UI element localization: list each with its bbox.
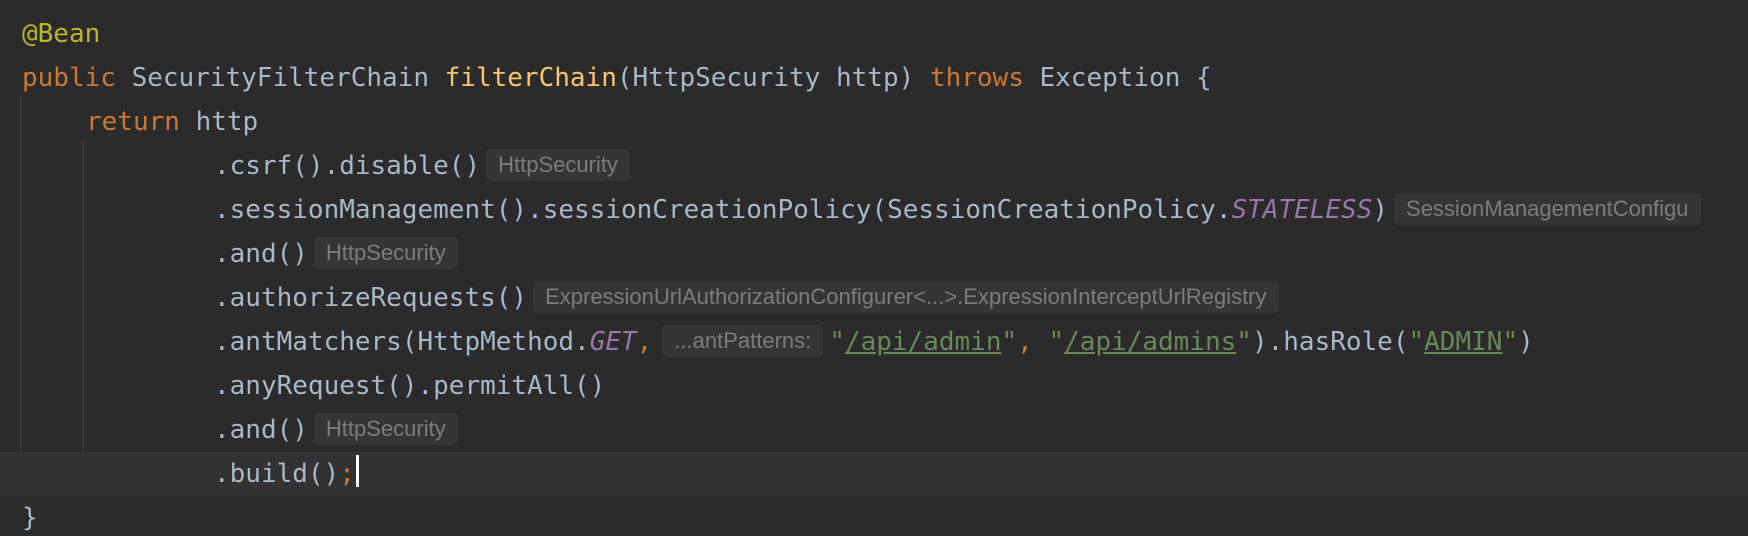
code-line[interactable]: .csrf().disable() HttpSecurity — [0, 144, 1748, 188]
get-constant: GET — [589, 327, 637, 357]
annotation: @Bean — [22, 19, 101, 49]
keyword-public: public — [22, 63, 116, 93]
type-hint: HttpSecurity — [313, 237, 458, 269]
and-call: .and() — [214, 415, 308, 445]
closing-brace: } — [22, 503, 38, 533]
code-line[interactable]: .sessionManagement().sessionCreationPoli… — [0, 188, 1748, 232]
exception-type: Exception { — [1039, 63, 1212, 93]
current-line[interactable]: .build(); — [0, 452, 1748, 496]
comma: , — [636, 327, 653, 357]
session-close: ) — [1372, 195, 1389, 225]
code-line[interactable]: public SecurityFilterChain filterChain(H… — [0, 56, 1748, 100]
authorize-call: .authorizeRequests() — [214, 283, 528, 313]
code-line[interactable]: return http — [0, 100, 1748, 144]
text-caret — [355, 455, 359, 487]
and-call: .and() — [214, 239, 308, 269]
keyword-return: return — [86, 107, 180, 137]
code-line[interactable]: @Bean — [0, 12, 1748, 56]
string-link[interactable]: /api/admin — [845, 327, 1002, 357]
parameter-hint: ...antPatterns: — [662, 325, 824, 357]
method-name: filterChain — [444, 63, 617, 93]
return-target: http — [195, 107, 259, 137]
keyword-throws: throws — [929, 63, 1024, 93]
build-call: .build() — [214, 459, 340, 489]
string-link[interactable]: /api/admins — [1064, 327, 1236, 357]
semicolon: ; — [339, 459, 355, 489]
any-request-call: .anyRequest().permitAll() — [214, 371, 606, 401]
type-hint: HttpSecurity — [486, 149, 630, 181]
code-line[interactable]: .and() HttpSecurity — [0, 408, 1748, 452]
code-line[interactable]: .and() HttpSecurity — [0, 232, 1748, 276]
code-line[interactable]: } — [0, 496, 1748, 536]
ant-matchers-call: .antMatchers(HttpMethod. — [214, 327, 590, 357]
code-line[interactable]: .anyRequest().permitAll() — [0, 364, 1748, 408]
csrf-call: .csrf().disable() — [214, 151, 481, 181]
string-link[interactable]: ADMIN — [1424, 327, 1502, 357]
stateless-constant: STATELESS — [1231, 195, 1373, 225]
session-call: .sessionManagement().sessionCreationPoli… — [214, 195, 1232, 225]
code-editor[interactable]: @Bean public SecurityFilterChain filterC… — [0, 0, 1748, 536]
has-role-call: ).hasRole( — [1251, 327, 1409, 357]
code-line[interactable]: .antMatchers(HttpMethod.GET, ...antPatter… — [0, 320, 1748, 364]
code-line[interactable]: .authorizeRequests() ExpressionUrlAuthori… — [0, 276, 1748, 320]
method-params: (HttpSecurity http) — [616, 63, 915, 93]
type-hint: SessionManagementConfigu — [1394, 193, 1701, 225]
type-hint: HttpSecurity — [313, 413, 458, 445]
type-hint: ExpressionUrlAuthorizationConfigurer<...… — [533, 281, 1279, 313]
return-type: SecurityFilterChain — [131, 63, 429, 93]
